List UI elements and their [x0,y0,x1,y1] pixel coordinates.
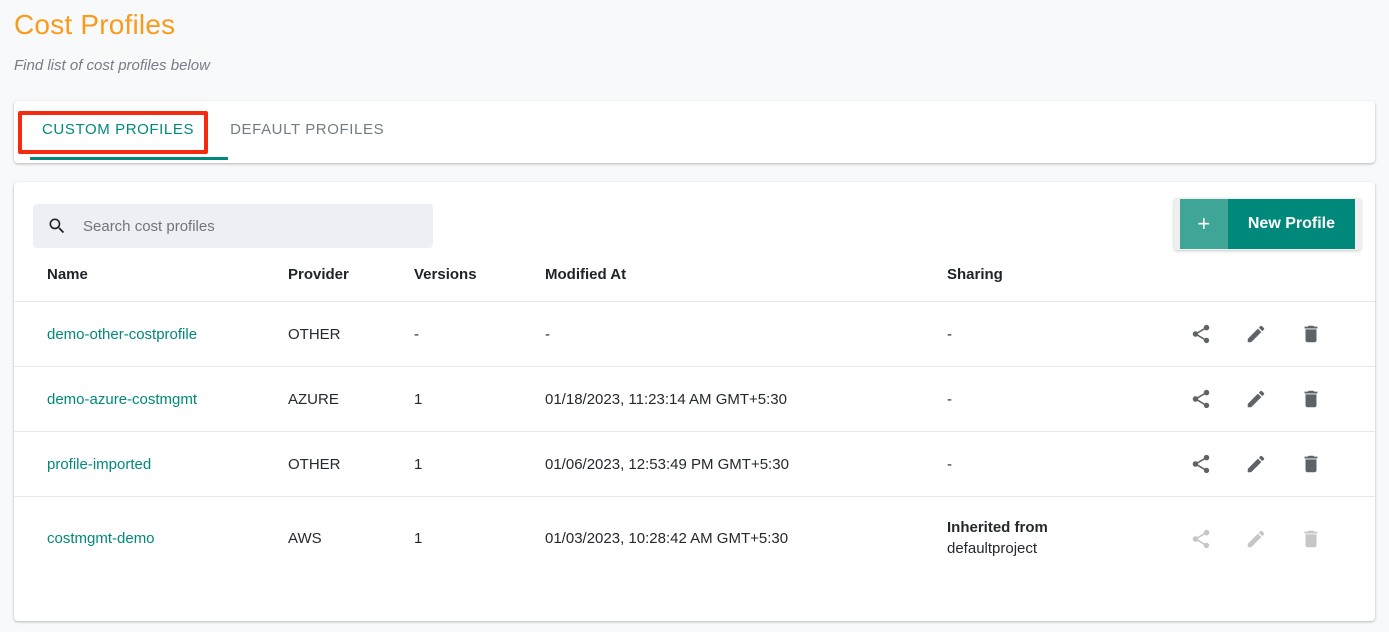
edit-icon-button[interactable] [1244,387,1268,411]
edit-icon-button[interactable] [1244,452,1268,476]
profile-link[interactable]: costmgmt-demo [47,530,155,547]
table-row: costmgmt-demo AWS 1 01/03/2023, 10:28:42 AM… [14,497,1375,581]
page-subtitle: Find list of cost profiles below [14,57,210,74]
delete-icon-button[interactable] [1299,387,1323,411]
cell-actions [1177,431,1375,497]
new-profile-button[interactable]: + New Profile [1173,198,1361,250]
cell-name: demo-azure-costmgmt [14,366,288,432]
tabs-card: CUSTOM PROFILES DEFAULT PROFILES [14,101,1375,163]
cell-versions: 1 [414,530,423,547]
table-head: Name Provider Versions Modified At Shari… [14,256,1375,302]
cell-actions [1177,301,1375,367]
sharing-primary: - [947,325,952,343]
cell-modified-at: 01/18/2023, 11:23:14 AM GMT+5:30 [545,366,947,432]
table-row: demo-other-costprofile OTHER - - - [14,301,1375,367]
delete-icon [1300,453,1322,475]
cell-provider: AZURE [288,366,414,432]
cell-name: demo-other-costprofile [14,301,288,367]
profiles-table: Name Provider Versions Modified At Shari… [14,256,1375,580]
cell-actions [1177,497,1375,581]
active-tab-indicator [30,157,228,160]
cell-provider: OTHER [288,431,414,497]
delete-icon [1300,323,1322,345]
table-body: demo-other-costprofile OTHER - - - demo-azure… [14,301,1375,581]
share-icon-button[interactable] [1189,452,1213,476]
cell-name: profile-imported [14,431,288,497]
tab-default-profiles[interactable]: DEFAULT PROFILES [206,101,396,138]
edit-icon-button[interactable] [1244,322,1268,346]
profile-link[interactable]: demo-azure-costmgmt [47,391,197,408]
tab-custom-profiles[interactable]: CUSTOM PROFILES [30,101,206,138]
profiles-table-card: + New Profile Name Provider Versions Mod… [14,182,1375,621]
delete-icon-button[interactable] [1299,322,1323,346]
sharing-primary: Inherited from [947,519,1048,536]
page-title: Cost Profiles [14,9,176,40]
delete-icon [1300,388,1322,410]
delete-icon [1300,528,1322,550]
share-icon-button[interactable] [1189,387,1213,411]
cell-modified-at: 01/06/2023, 12:53:49 PM GMT+5:30 [545,431,947,497]
table-row: demo-azure-costmgmt AZURE 1 01/18/2023, 11:… [14,366,1375,432]
column-header-versions: Versions [414,256,545,302]
cell-sharing: Inherited from defaultproject [947,497,1177,581]
plus-icon: + [1179,199,1228,249]
delete-icon-button[interactable] [1299,452,1323,476]
row-actions [1177,452,1375,476]
row-actions [1177,527,1375,551]
cost-profiles-page: Cost Profiles Find list of cost profiles… [0,0,1389,632]
share-icon [1190,528,1212,550]
search-input[interactable] [81,216,411,236]
table-toolbar: + New Profile [14,182,1375,256]
sharing-primary: - [947,455,952,473]
cell-provider: OTHER [288,301,414,367]
share-icon [1190,323,1212,345]
new-profile-label: New Profile [1227,199,1355,249]
cell-versions: 1 [414,366,545,432]
cell-actions [1177,366,1375,432]
share-icon [1190,453,1212,475]
edit-icon [1245,388,1267,410]
search-icon [47,216,67,236]
profile-link[interactable]: demo-other-costprofile [47,326,197,343]
cell-versions: 1 [414,431,545,497]
cell-sharing: - [947,301,1177,367]
cell-modified-at: - [545,301,947,367]
tabs-row: CUSTOM PROFILES DEFAULT PROFILES [14,101,1375,163]
cell-versions: - [414,301,545,367]
row-actions [1177,387,1375,411]
share-icon-button [1189,527,1213,551]
share-icon [1190,388,1212,410]
table-header-row: Name Provider Versions Modified At Shari… [14,256,1375,302]
share-icon-button[interactable] [1189,322,1213,346]
page-header: Cost Profiles Find list of cost profiles… [0,0,1389,76]
column-header-provider: Provider [288,256,414,302]
search-box[interactable] [33,204,433,248]
cell-provider: AWS [288,530,322,547]
edit-icon [1245,528,1267,550]
cell-sharing: - [947,431,1177,497]
row-actions [1177,322,1375,346]
edit-icon-button [1244,527,1268,551]
edit-icon [1245,323,1267,345]
column-header-actions [1177,256,1375,302]
profile-link[interactable]: profile-imported [47,456,151,473]
cell-sharing: - [947,366,1177,432]
delete-icon-button [1299,527,1323,551]
cell-modified-at: 01/03/2023, 10:28:42 AM GMT+5:30 [545,530,789,547]
sharing-primary: - [947,390,952,408]
column-header-modified-at: Modified At [545,256,947,302]
column-header-sharing: Sharing [947,256,1177,302]
column-header-name: Name [14,256,288,302]
table-row: profile-imported OTHER 1 01/06/2023, 12:53:… [14,431,1375,497]
cell-name: costmgmt-demo [14,497,288,581]
edit-icon [1245,453,1267,475]
sharing-secondary: defaultproject [947,540,1038,557]
